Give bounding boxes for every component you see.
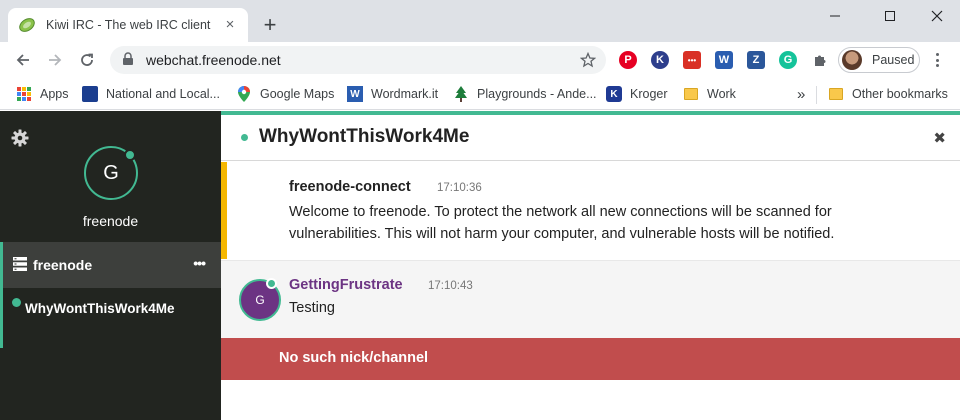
message-nick[interactable]: freenode-connect [289, 179, 411, 195]
bookmark-apps[interactable]: Apps [16, 84, 69, 104]
close-icon[interactable] [922, 6, 952, 26]
bookmark-google-maps[interactable]: Google Maps [236, 84, 334, 104]
online-status-dot [124, 149, 136, 161]
wordmark-icon: W [347, 86, 363, 102]
forward-icon[interactable] [44, 49, 66, 71]
message-text: Welcome to freenode. To protect the netw… [289, 204, 835, 242]
kiwi-favicon-icon [18, 16, 36, 34]
channel-header: WhyWontThisWork4Me ✖ [221, 115, 960, 161]
back-icon[interactable] [12, 49, 34, 71]
bookmark-playgrounds[interactable]: Playgrounds - Ande... [453, 84, 597, 104]
bookmark-work[interactable]: Work [683, 84, 736, 104]
bookmark-label: National and Local... [106, 87, 220, 101]
tab-strip: Kiwi IRC - The web IRC client × + [0, 0, 960, 42]
channel-name: WhyWontThisWork4Me [25, 301, 175, 316]
bookmark-label: Google Maps [260, 87, 335, 101]
url-text: webchat.freenode.net [146, 52, 281, 68]
message-nick[interactable]: GettingFrustrate [289, 277, 403, 293]
bookmark-label: Other bookmarks [852, 87, 948, 101]
pinterest-extension-icon[interactable]: P [619, 51, 637, 69]
puzzle-extensions-icon[interactable] [811, 51, 829, 69]
message-time: 17:10:43 [428, 280, 473, 292]
k-extension-icon[interactable]: K [651, 51, 669, 69]
kroger-icon: K [606, 86, 622, 102]
close-channel-icon[interactable]: ✖ [933, 129, 946, 147]
w-extension-icon[interactable]: W [715, 51, 733, 69]
new-tab-button[interactable]: + [258, 14, 282, 36]
sidebar-item-channel[interactable]: WhyWontThisWork4Me [0, 288, 221, 348]
bookmarks-bar: Apps National and Local... Google Maps W… [0, 78, 960, 110]
profile-button[interactable]: Paused [838, 47, 920, 73]
browser-tab[interactable]: Kiwi IRC - The web IRC client × [8, 8, 248, 42]
bookmark-label: Work [707, 87, 736, 101]
maps-pin-icon [236, 86, 252, 102]
bookmarks-divider [816, 86, 817, 104]
bookmark-label: Wordmark.it [371, 87, 439, 101]
message-time: 17:10:36 [437, 182, 482, 194]
message-item: freenode-connect 17:10:36 Welcome to fre… [221, 162, 960, 259]
bookmark-kroger[interactable]: K Kroger [606, 84, 668, 104]
channel-status-dot [241, 134, 248, 141]
minimize-icon[interactable] [820, 6, 850, 26]
message-item: G GettingFrustrate 17:10:43 Testing [221, 260, 960, 338]
weather-channel-icon [82, 86, 98, 102]
folder-icon [828, 86, 844, 102]
bookmark-label: Kroger [630, 87, 668, 101]
dots-extension-icon[interactable]: ••• [683, 51, 701, 69]
avatar [842, 50, 862, 70]
profile-status: Paused [872, 53, 915, 67]
z-extension-icon[interactable]: Z [747, 51, 765, 69]
lock-icon [122, 51, 134, 69]
network-name: freenode [82, 213, 139, 229]
reload-icon[interactable] [76, 49, 98, 71]
grammarly-extension-icon[interactable]: G [779, 51, 797, 69]
bookmark-national-local[interactable]: National and Local... [82, 84, 220, 104]
bookmark-label: Playgrounds - Ande... [477, 87, 597, 101]
sidebar: G freenode freenode ••• WhyWontThisWork4… [0, 111, 221, 420]
user-online-dot [266, 278, 277, 289]
message-text: Testing [289, 300, 335, 316]
address-bar[interactable]: webchat.freenode.net [110, 46, 606, 74]
error-banner: No such nick/channel [221, 338, 960, 380]
error-message: No such nick/channel [279, 350, 429, 366]
network-options-icon[interactable]: ••• [193, 255, 206, 271]
server-icon [13, 256, 27, 274]
gear-icon[interactable] [11, 129, 29, 147]
bookmarks-overflow-button[interactable]: » [797, 84, 805, 104]
channel-title: WhyWontThisWork4Me [259, 126, 470, 147]
network-row-label: freenode [33, 257, 93, 273]
tab-title: Kiwi IRC - The web IRC client [46, 18, 211, 32]
network-row-freenode[interactable]: freenode ••• [0, 242, 221, 288]
apps-grid-icon [16, 86, 32, 102]
tab-close-icon[interactable]: × [222, 17, 238, 33]
channel-pane: WhyWontThisWork4Me ✖ freenode-connect 17… [221, 111, 960, 420]
bookmark-wordmark[interactable]: W Wordmark.it [347, 84, 438, 104]
more-menu-icon[interactable] [930, 51, 944, 69]
bookmark-label: Apps [40, 87, 69, 101]
bookmark-other[interactable]: Other bookmarks [828, 84, 948, 104]
tree-icon [453, 86, 469, 102]
bookmark-star-icon[interactable] [579, 51, 597, 71]
folder-icon [683, 86, 699, 102]
browser-toolbar: webchat.freenode.net P K ••• W Z G Pause… [0, 42, 960, 78]
maximize-icon[interactable] [875, 6, 905, 26]
kiwi-app: G freenode freenode ••• WhyWontThisWork4… [0, 111, 960, 420]
